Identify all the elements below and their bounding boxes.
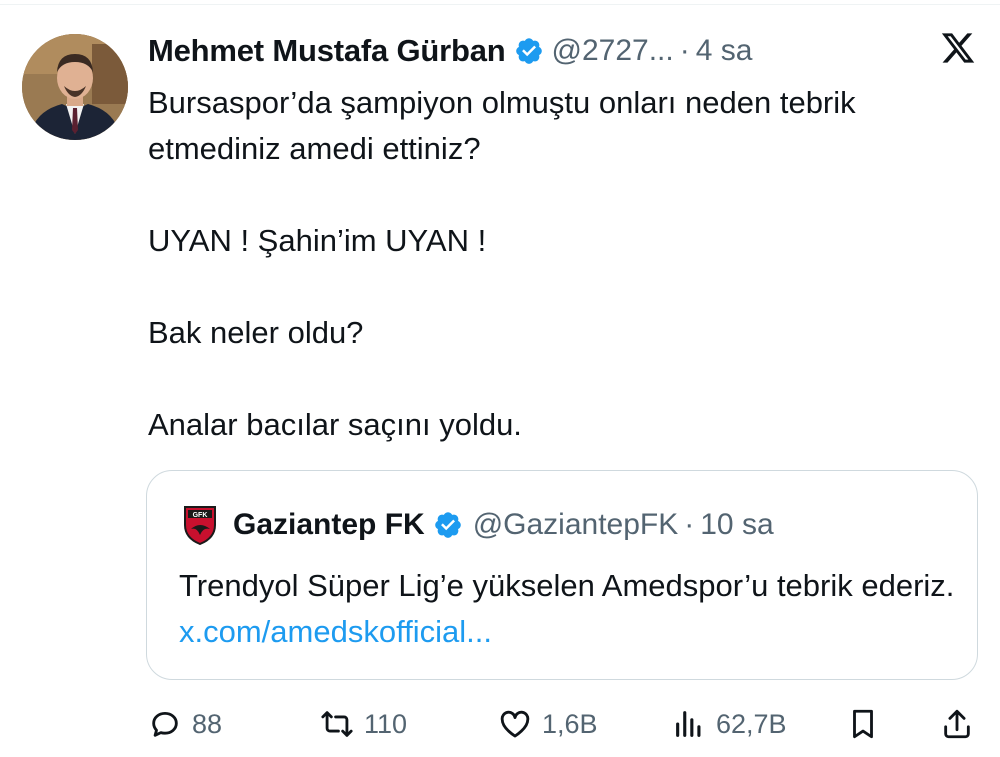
action-bar: 88 110 1,6B 62,7B [0,700,1000,748]
share-button[interactable] [940,700,974,748]
like-button[interactable]: 1,6B [498,700,598,748]
author-name[interactable]: Mehmet Mustafa Gürban [148,33,506,69]
share-icon [944,709,970,739]
tweet-text: Bursaspor’da şampiyon olmuştu onları ned… [148,80,908,448]
views-button[interactable]: 62,7B [672,700,787,748]
views-icon [676,711,701,737]
tweet-header: Mehmet Mustafa Gürban @2727... · 4 sa [148,28,752,74]
repost-icon [321,711,353,737]
reply-button[interactable]: 88 [148,700,222,748]
quoted-author-name[interactable]: Gaziantep FK [233,508,425,542]
like-icon [500,710,530,738]
verified-badge-icon [515,38,542,64]
reply-count: 88 [192,708,223,739]
tweet-paragraph: Bak neler oldu? [148,315,364,350]
views-count: 62,7B [716,708,787,739]
bookmark-button[interactable] [846,700,880,748]
reply-icon [152,711,178,737]
author-handle[interactable]: @2727... [552,34,674,68]
quoted-tweet-card[interactable]: GFK Gaziantep FK @GaziantepFK · 10 sa Tr… [146,470,978,680]
tweet-paragraph: Analar bacılar saçını yoldu. [148,407,522,442]
quoted-body: Trendyol Süper Lig’e yükselen Amedspor’u… [179,568,955,603]
quoted-link[interactable]: x.com/amedskofficial... [179,614,492,649]
header-separator: · [679,34,690,67]
tweet-paragraph: UYAN ! Şahin’im UYAN ! [148,223,487,258]
bookmark-icon [853,709,873,739]
tweet-time[interactable]: 4 sa [696,34,753,68]
tweet-paragraph: Bursaspor’da şampiyon olmuştu onları ned… [148,85,856,166]
top-divider [0,4,1000,5]
like-count: 1,6B [542,708,598,739]
avatar[interactable] [22,34,128,140]
repost-count: 110 [364,708,408,739]
verified-badge-icon [434,512,461,538]
quoted-handle[interactable]: @GaziantepFK [473,508,679,542]
gaziantep-fk-logo-icon: GFK [184,506,216,545]
quoted-time[interactable]: 10 sa [700,508,773,542]
logo-lettering: GFK [193,512,208,519]
repost-button[interactable]: 110 [320,700,407,748]
x-logo-icon [941,33,975,63]
quoted-header: Gaziantep FK @GaziantepFK · 10 sa [233,503,774,547]
quoted-separator: · [684,508,695,541]
quoted-text: Trendyol Süper Lig’e yükselen Amedspor’u… [179,563,959,655]
